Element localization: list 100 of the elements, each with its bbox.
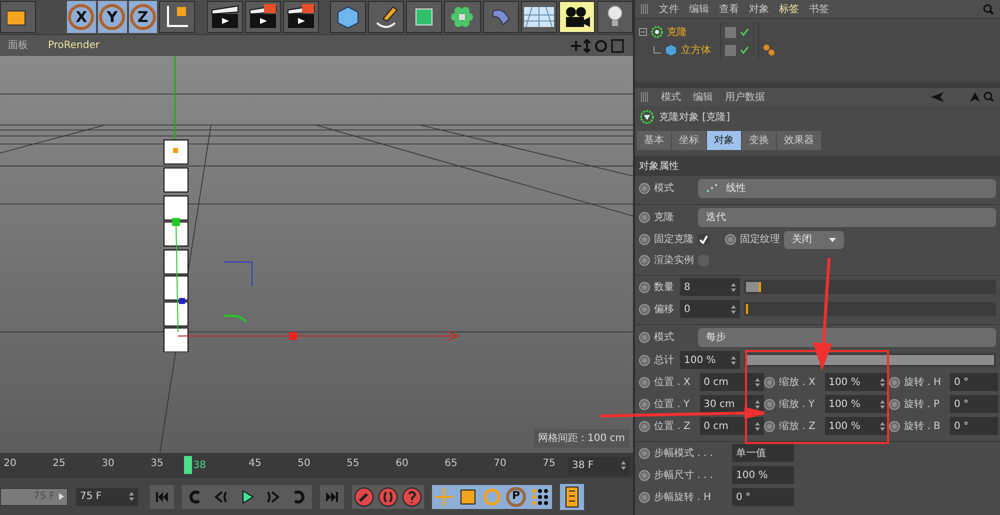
viewport[interactable]: 网格间距 : 100 cm — [0, 56, 633, 452]
animate-toggle-icon[interactable] — [639, 492, 650, 502]
axis-lock-button[interactable]: Y — [98, 1, 127, 33]
search-icon[interactable] — [983, 4, 994, 14]
number-field[interactable]: 单一值 — [732, 444, 794, 462]
menu-item[interactable]: 编辑 — [693, 90, 713, 104]
attribute-tab[interactable]: 效果器 — [777, 130, 821, 150]
number-field[interactable]: 0 — [680, 300, 740, 318]
drag-handle-icon[interactable] — [641, 4, 649, 14]
object-name[interactable]: 克隆 — [667, 24, 687, 40]
go-to-start-button[interactable] — [150, 484, 174, 508]
animate-toggle-icon[interactable] — [639, 420, 650, 432]
subdivision-button[interactable] — [406, 1, 442, 33]
animate-toggle-icon[interactable] — [764, 376, 775, 388]
number-field[interactable]: 100 % — [824, 373, 889, 391]
number-field[interactable]: 0 ° — [950, 373, 998, 391]
light-button[interactable] — [596, 1, 633, 33]
coordinate-button[interactable] — [159, 1, 196, 33]
attribute-tab[interactable]: 基本 — [637, 130, 671, 150]
scale-icon[interactable] — [458, 486, 478, 506]
animate-toggle-icon[interactable] — [639, 448, 650, 458]
menu-item[interactable]: 对象 — [749, 2, 769, 16]
menu-item[interactable]: 模式 — [661, 90, 681, 104]
spinner-arrows-icon[interactable] — [731, 282, 736, 292]
menu-item[interactable]: 文件 — [659, 2, 679, 16]
mode-dropdown[interactable]: 线性 — [698, 178, 996, 198]
number-field[interactable]: 38 F — [568, 456, 630, 474]
attribute-tab[interactable]: 对象 — [707, 130, 741, 150]
view-navigation-icon[interactable] — [569, 38, 625, 52]
axis-lock-button[interactable]: X — [67, 1, 96, 33]
spinner-arrows-icon[interactable] — [129, 492, 134, 501]
spinner-arrows-icon[interactable] — [731, 356, 736, 364]
spinner-arrows-icon[interactable] — [755, 378, 760, 386]
render-button[interactable] — [282, 1, 319, 33]
cube-object-button[interactable] — [330, 1, 366, 33]
number-field[interactable]: 75 F — [76, 488, 138, 506]
checkbox[interactable] — [698, 234, 709, 245]
spinner-arrows-icon[interactable] — [880, 378, 885, 386]
menu-item[interactable]: 书签 — [809, 2, 829, 16]
number-field[interactable]: 0 cm — [700, 417, 764, 435]
animate-toggle-icon[interactable] — [639, 182, 650, 194]
menu-item[interactable]: 标签 — [779, 2, 799, 16]
axis-lock-button[interactable]: Z — [128, 1, 158, 33]
animate-toggle-icon[interactable] — [639, 470, 650, 480]
playhead-marker[interactable] — [184, 456, 192, 474]
spinner-arrows-icon[interactable] — [621, 461, 626, 470]
animate-toggle-icon[interactable] — [764, 420, 775, 432]
animate-toggle-icon[interactable] — [889, 398, 900, 410]
render-button[interactable] — [206, 1, 243, 33]
animate-toggle-icon[interactable] — [764, 398, 775, 410]
keyframe-icon[interactable] — [378, 486, 398, 506]
menu-item[interactable]: 编辑 — [689, 2, 709, 16]
number-field[interactable]: 100 % — [732, 466, 794, 484]
menu-item[interactable]: 查看 — [719, 2, 739, 16]
number-field[interactable]: 8 — [680, 278, 740, 296]
attribute-tab[interactable]: 坐标 — [672, 130, 706, 150]
render-button[interactable] — [244, 1, 281, 33]
mode-dropdown[interactable]: 每步 — [698, 328, 996, 346]
viewport-menu-item[interactable]: ProRender — [48, 38, 100, 53]
go-to-end-button[interactable] — [320, 484, 344, 508]
pen-tool-button[interactable] — [368, 1, 404, 33]
animate-toggle-icon[interactable] — [639, 332, 650, 342]
floor-button[interactable] — [520, 1, 557, 33]
navigation-arrows-icon[interactable] — [930, 91, 994, 103]
loop-forward-button[interactable] — [286, 484, 312, 508]
camera-button[interactable] — [558, 1, 595, 33]
texture-dropdown[interactable]: 关闭 — [784, 230, 844, 248]
spinner-arrows-icon[interactable] — [880, 400, 885, 408]
help-icon[interactable] — [402, 486, 422, 506]
animate-toggle-icon[interactable] — [639, 376, 650, 388]
number-field[interactable]: 0 ° — [732, 488, 794, 506]
animate-toggle-icon[interactable] — [889, 376, 900, 388]
collapse-icon[interactable] — [639, 28, 647, 36]
animate-toggle-icon[interactable] — [639, 234, 650, 245]
loop-back-button[interactable] — [182, 484, 208, 508]
number-field[interactable]: 0 cm — [700, 373, 764, 391]
slider-track[interactable] — [744, 280, 996, 294]
cube-tool-button[interactable] — [0, 1, 36, 33]
menu-item[interactable]: 用户数据 — [725, 90, 765, 104]
animate-toggle-icon[interactable] — [639, 282, 650, 292]
spinner-arrows-icon[interactable] — [755, 400, 760, 408]
spinner-arrows-icon[interactable] — [731, 304, 736, 314]
number-field[interactable]: 0 ° — [950, 417, 998, 435]
number-field[interactable]: 100 % — [824, 417, 889, 435]
animate-toggle-icon[interactable] — [639, 398, 650, 410]
mode-dropdown[interactable]: 迭代 — [698, 208, 996, 226]
slider-track[interactable] — [744, 302, 996, 316]
dot-grid-icon[interactable] — [530, 486, 550, 506]
number-field[interactable]: 100 % — [680, 351, 740, 369]
spinner-arrows-icon[interactable] — [880, 422, 885, 430]
animate-toggle-icon[interactable] — [639, 354, 650, 366]
check-icon[interactable] — [740, 28, 749, 36]
viewport-menu-item[interactable]: 面板 — [8, 38, 28, 53]
timeline-window-button[interactable] — [560, 484, 584, 510]
check-icon[interactable] — [740, 46, 749, 54]
number-field[interactable]: 0 ° — [950, 395, 998, 413]
animate-toggle-icon[interactable] — [725, 234, 736, 245]
parameter-key-button[interactable]: P — [506, 486, 526, 506]
animate-toggle-icon[interactable] — [639, 212, 650, 222]
record-icon[interactable] — [354, 486, 374, 506]
